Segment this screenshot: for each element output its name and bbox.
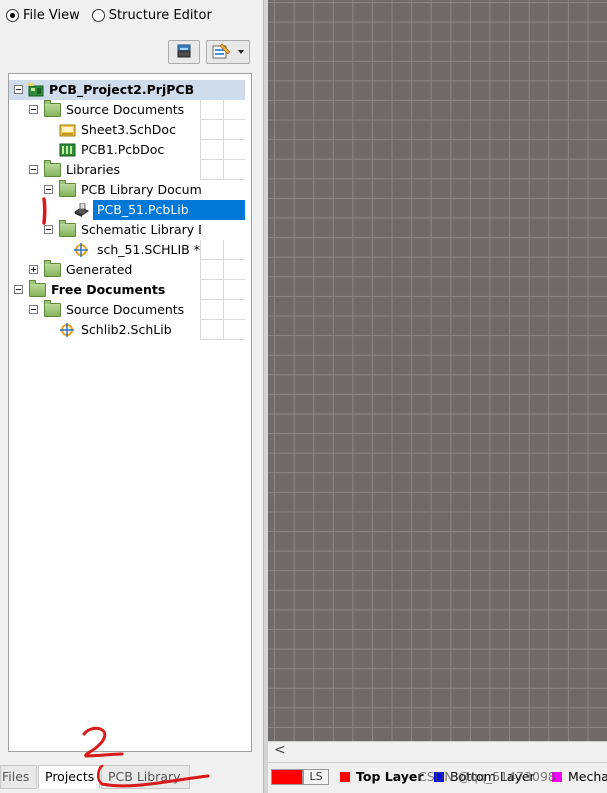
current-layer-swatch[interactable]	[271, 769, 303, 785]
folder-icon	[44, 300, 61, 317]
scroll-left-icon[interactable]: <	[274, 742, 286, 758]
tree-label: sch_51.SCHLIB *	[97, 242, 200, 257]
collapse-icon[interactable]	[14, 85, 23, 94]
folder-icon	[44, 260, 61, 277]
stack-icon	[177, 44, 191, 58]
tree-label: PCB Library Docum	[81, 182, 201, 197]
tree-label: PCB_51.PcbLib	[97, 202, 189, 217]
tree-item-schlib2[interactable]: Schlib2.SchLib	[9, 320, 245, 340]
pcb-doc-icon	[59, 143, 76, 157]
projects-panel: File View Structure Editor PCB_Project2.…	[0, 0, 263, 793]
mechanical-label: Mecha	[568, 769, 607, 784]
top-layer-color-icon	[340, 772, 350, 782]
top-layer-label: Top Layer	[356, 769, 424, 784]
tree-label: Source Documents	[66, 102, 185, 117]
project-tree[interactable]: PCB_Project2.PrjPCB Source Documents She…	[8, 73, 252, 752]
view-toggle: File View Structure Editor	[6, 8, 220, 23]
tree-item-source-documents[interactable]: Source Documents	[9, 100, 245, 120]
collapse-icon[interactable]	[29, 305, 38, 314]
project-name: PCB_Project2.PrjPCB	[49, 82, 195, 97]
annotation-mark-1-text: 1	[36, 196, 37, 197]
tree-item-sch51[interactable]: sch_51.SCHLIB *	[9, 240, 245, 260]
folder-icon	[44, 160, 61, 177]
tree-label: Free Documents	[51, 282, 166, 297]
structure-editor-radio[interactable]	[91, 9, 105, 22]
tree-item-sheet3[interactable]: Sheet3.SchDoc	[9, 120, 245, 140]
folder-icon	[44, 100, 61, 117]
chevron-down-icon	[238, 50, 244, 54]
file-view-label[interactable]: File View	[23, 8, 80, 23]
tree-label: Sheet3.SchDoc	[81, 122, 176, 137]
pcb-library-icon	[73, 203, 90, 217]
collapse-icon[interactable]	[14, 285, 23, 294]
csdn-watermark: CSDN @qq_51473098	[418, 769, 556, 784]
tree-item-free-documents[interactable]: Free Documents	[9, 280, 245, 300]
edit-dropdown-icon	[212, 43, 244, 59]
tree-label: Libraries	[66, 162, 120, 177]
schematic-library-icon	[60, 323, 74, 337]
folder-icon	[59, 180, 76, 197]
tree-label: PCB1.PcbDoc	[81, 142, 165, 157]
schematic-library-icon	[74, 243, 88, 257]
tree-label: Schlib2.SchLib	[81, 322, 172, 337]
collapse-icon[interactable]	[29, 105, 38, 114]
file-view-radio[interactable]	[6, 9, 19, 22]
folder-icon	[59, 220, 76, 237]
layer-tab-bar: LS Top Layer Bottom Layer Mecha CSDN @qq…	[268, 762, 607, 793]
expand-icon[interactable]	[29, 265, 38, 274]
tree-item-pcb1[interactable]: PCB1.PcbDoc	[9, 140, 245, 160]
tree-label: Generated	[66, 262, 133, 277]
tab-mechanical[interactable]: Mecha	[552, 767, 607, 789]
tree-item-free-source-documents[interactable]: Source Documents	[9, 300, 245, 320]
tab-files[interactable]: Files	[0, 765, 37, 789]
folder-icon	[29, 280, 46, 297]
annotation-mark-2: 2	[72, 724, 210, 788]
pcb-project-icon	[28, 83, 44, 97]
schematic-doc-icon	[59, 124, 76, 137]
annotation-mark-2-text: 2	[72, 724, 73, 725]
tree-item-libraries[interactable]: Libraries	[9, 160, 245, 180]
tree-label: Schematic Library D	[81, 222, 201, 237]
pcb-editor-canvas[interactable]	[268, 0, 607, 741]
workspace-button[interactable]	[168, 40, 200, 64]
layer-set-button[interactable]: LS	[303, 769, 329, 785]
structure-editor-label[interactable]: Structure Editor	[109, 8, 212, 23]
horizontal-scrollbar[interactable]: <	[268, 741, 607, 761]
annotation-mark-1: 1	[36, 196, 47, 225]
tree-label: Source Documents	[66, 302, 185, 317]
collapse-icon[interactable]	[29, 165, 38, 174]
project-menu-button[interactable]	[206, 40, 250, 64]
tree-item-generated[interactable]: Generated	[9, 260, 245, 280]
collapse-icon[interactable]	[44, 185, 53, 194]
tab-top-layer[interactable]: Top Layer	[340, 767, 424, 789]
tree-item-project[interactable]: PCB_Project2.PrjPCB	[9, 80, 245, 100]
